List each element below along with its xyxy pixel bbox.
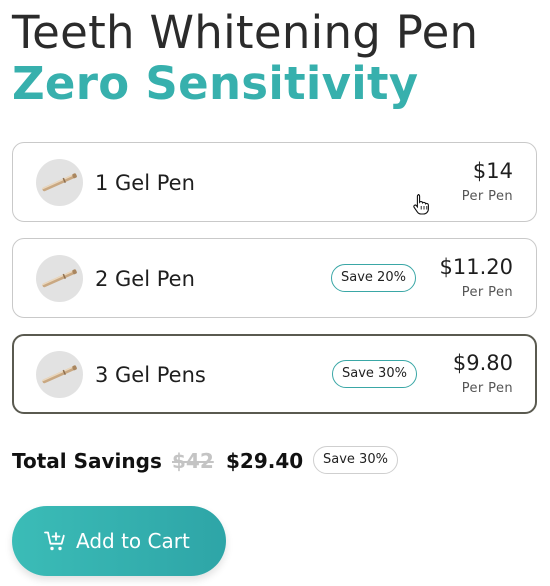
bundle-option-3[interactable]: 3 Gel Pens Save 30% $9.80 Per Pen [12,334,537,414]
original-price: $42 [172,449,214,473]
pen-icon [42,365,77,384]
option-label: 3 Gel Pens [95,363,206,387]
option-label: 2 Gel Pen [95,267,195,291]
product-title: Teeth Whitening Pen [12,6,479,59]
option-price: $11.20 [439,255,513,279]
total-savings-label: Total Savings [12,449,162,473]
product-subtitle: Zero Sensitivity [12,57,419,110]
discounted-price: $29.40 [226,449,304,473]
bundle-option-2[interactable]: 2 Gel Pen Save 20% $11.20 Per Pen [12,238,537,318]
pen-thumbnail [36,351,83,398]
cart-plus-icon [44,531,65,551]
option-price-unit: Per Pen [461,285,513,300]
pen-thumbnail [36,159,83,206]
pen-thumbnail [36,255,83,302]
option-price: $14 [472,159,513,183]
option-label: 1 Gel Pen [95,171,195,195]
hand-cursor-icon [413,193,429,215]
bundle-option-1[interactable]: 1 Gel Pen $14 Per Pen [12,142,537,222]
option-price-unit: Per Pen [461,189,513,204]
option-price-unit: Per Pen [461,381,513,396]
add-to-cart-button[interactable]: Add to Cart [12,506,226,576]
add-to-cart-label: Add to Cart [76,529,190,553]
pen-icon [42,269,77,288]
pen-icon [42,173,77,192]
total-save-badge: Save 30% [313,446,398,474]
save-badge: Save 30% [332,360,417,388]
option-price: $9.80 [452,351,513,375]
save-badge: Save 20% [331,264,416,292]
